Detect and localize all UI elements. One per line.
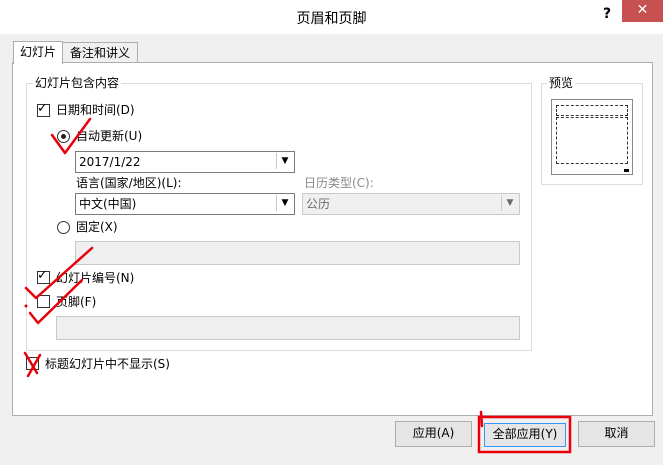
radio-dot-icon (61, 134, 66, 139)
language-select[interactable]: 中文(中国) ▼ (75, 193, 295, 215)
language-label: 语言(国家/地区)(L): (76, 176, 182, 190)
date-format-value: 2017/1/22 (79, 155, 141, 169)
auto-update-radio[interactable] (57, 130, 70, 143)
footer-checkbox[interactable] (37, 295, 50, 308)
fixed-date-input[interactable] (75, 241, 520, 265)
slide-number-label: 幻灯片编号(N) (56, 271, 135, 285)
apply-button[interactable]: 应用(A) (395, 421, 472, 447)
fixed-label: 固定(X) (76, 220, 118, 234)
preview-legend: 预览 (547, 76, 576, 90)
calendar-type-value: 公历 (306, 197, 331, 211)
group-legend: 幻灯片包含内容 (33, 76, 122, 90)
preview-thumbnail (551, 99, 633, 175)
slide-content-group (26, 83, 532, 351)
tab-slides[interactable]: 幻灯片 (13, 41, 63, 64)
tab-notes-handouts[interactable]: 备注和讲义 (62, 42, 138, 64)
help-button[interactable]: ? (598, 6, 616, 26)
date-format-select[interactable]: 2017/1/22 ▼ (75, 151, 295, 173)
close-button[interactable]: ✕ (622, 0, 663, 22)
check-icon: ✓ (37, 268, 48, 283)
footer-input[interactable] (56, 316, 520, 340)
datetime-label: 日期和时间(D) (56, 103, 135, 117)
dont-show-title-checkbox[interactable] (26, 357, 39, 370)
dialog-title: 页眉和页脚 (296, 11, 367, 27)
preview-title-placeholder (556, 105, 628, 116)
dont-show-title-label: 标题幻灯片中不显示(S) (45, 357, 170, 371)
chevron-down-icon: ▼ (276, 153, 293, 169)
language-value: 中文(中国) (79, 197, 137, 211)
calendar-type-label: 日历类型(C): (304, 176, 374, 190)
datetime-checkbox[interactable]: ✓ (37, 101, 50, 117)
preview-slide-number-marker (624, 169, 629, 172)
apply-all-button[interactable]: 全部应用(Y) (484, 423, 566, 447)
calendar-type-select[interactable]: 公历 ▼ (302, 193, 520, 215)
auto-update-label: 自动更新(U) (76, 129, 143, 143)
chevron-down-icon: ▼ (501, 195, 518, 211)
cancel-button[interactable]: 取消 (578, 421, 655, 447)
slide-number-checkbox[interactable]: ✓ (37, 268, 50, 284)
fixed-radio[interactable] (57, 221, 70, 234)
chevron-down-icon: ▼ (276, 195, 293, 211)
check-icon: ✓ (37, 101, 48, 116)
footer-label: 页脚(F) (56, 295, 97, 309)
preview-body-placeholder (556, 117, 628, 164)
